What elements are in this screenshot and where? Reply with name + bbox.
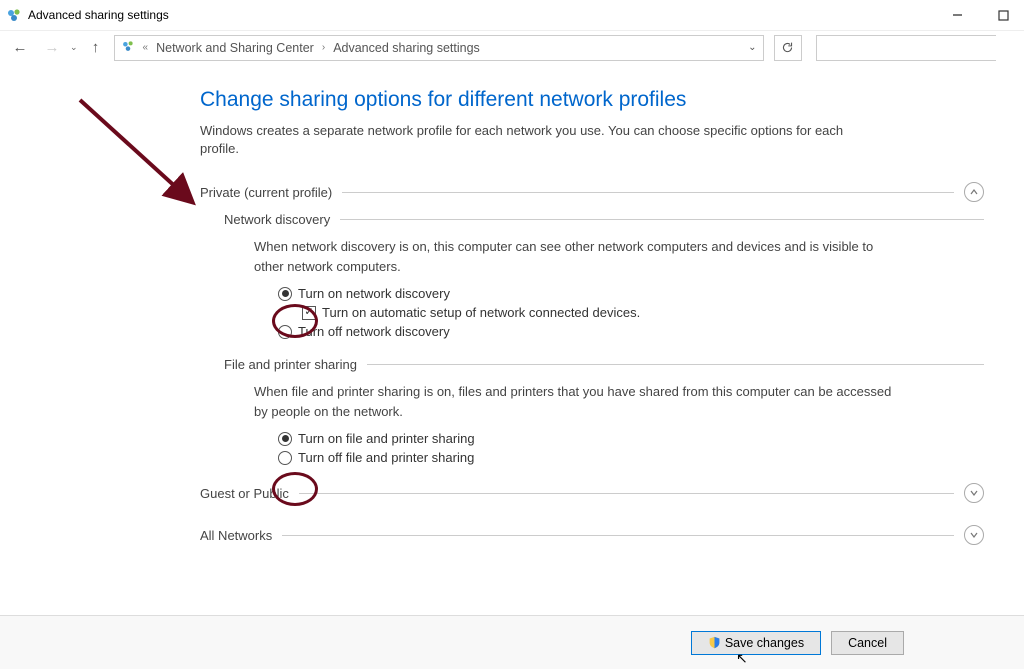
section-label: All Networks (200, 528, 272, 543)
app-icon (6, 7, 22, 23)
breadcrumb-sep: « (143, 42, 149, 53)
forward-button[interactable]: → (38, 35, 66, 61)
content-area: Change sharing options for different net… (0, 64, 1024, 545)
breadcrumb-item[interactable]: Network and Sharing Center (156, 41, 314, 55)
expand-icon[interactable] (964, 525, 984, 545)
section-private[interactable]: Private (current profile) (200, 182, 984, 202)
breadcrumb-sep: › (322, 42, 325, 53)
minimize-button[interactable] (948, 6, 966, 24)
shield-icon (708, 636, 721, 649)
window-title: Advanced sharing settings (28, 8, 169, 22)
page-intro: Windows creates a separate network profi… (200, 122, 880, 158)
section-label: Guest or Public (200, 486, 289, 501)
checkbox-icon (302, 306, 316, 320)
radio-icon (278, 451, 292, 465)
radio-discovery-on[interactable]: Turn on network discovery (278, 286, 984, 301)
expand-icon[interactable] (964, 483, 984, 503)
section-guest-public[interactable]: Guest or Public (200, 483, 984, 503)
history-dropdown[interactable]: ⌄ (70, 42, 78, 53)
radio-icon (278, 325, 292, 339)
breadcrumb-icon (121, 39, 135, 56)
file-printer-desc: When file and printer sharing is on, fil… (254, 382, 894, 421)
checkbox-auto-setup[interactable]: Turn on automatic setup of network conne… (278, 305, 984, 320)
maximize-button[interactable] (994, 6, 1012, 24)
back-button[interactable]: ← (6, 35, 34, 61)
radio-discovery-off[interactable]: Turn off network discovery (278, 324, 984, 339)
radio-file-on[interactable]: Turn on file and printer sharing (278, 431, 984, 446)
search-box[interactable] (816, 35, 996, 61)
subsection-network-discovery: Network discovery (224, 212, 330, 227)
title-bar: Advanced sharing settings (0, 0, 1024, 30)
radio-icon (278, 432, 292, 446)
footer-bar: Save changes Cancel (0, 615, 1024, 669)
collapse-icon[interactable] (964, 182, 984, 202)
nav-bar: ← → ⌄ ↑ « Network and Sharing Center › A… (0, 30, 1024, 64)
up-button[interactable]: ↑ (82, 35, 110, 61)
address-bar[interactable]: « Network and Sharing Center › Advanced … (114, 35, 764, 61)
radio-file-off[interactable]: Turn off file and printer sharing (278, 450, 984, 465)
page-heading: Change sharing options for different net… (200, 88, 984, 112)
subsection-file-printer: File and printer sharing (224, 357, 357, 372)
save-changes-button[interactable]: Save changes (691, 631, 821, 655)
section-all-networks[interactable]: All Networks (200, 525, 984, 545)
radio-icon (278, 287, 292, 301)
section-label: Private (current profile) (200, 185, 332, 200)
address-dropdown[interactable]: ⌄ (748, 42, 756, 53)
cancel-button[interactable]: Cancel (831, 631, 904, 655)
breadcrumb-item[interactable]: Advanced sharing settings (333, 41, 480, 55)
refresh-button[interactable] (774, 35, 802, 61)
network-discovery-desc: When network discovery is on, this compu… (254, 237, 894, 276)
